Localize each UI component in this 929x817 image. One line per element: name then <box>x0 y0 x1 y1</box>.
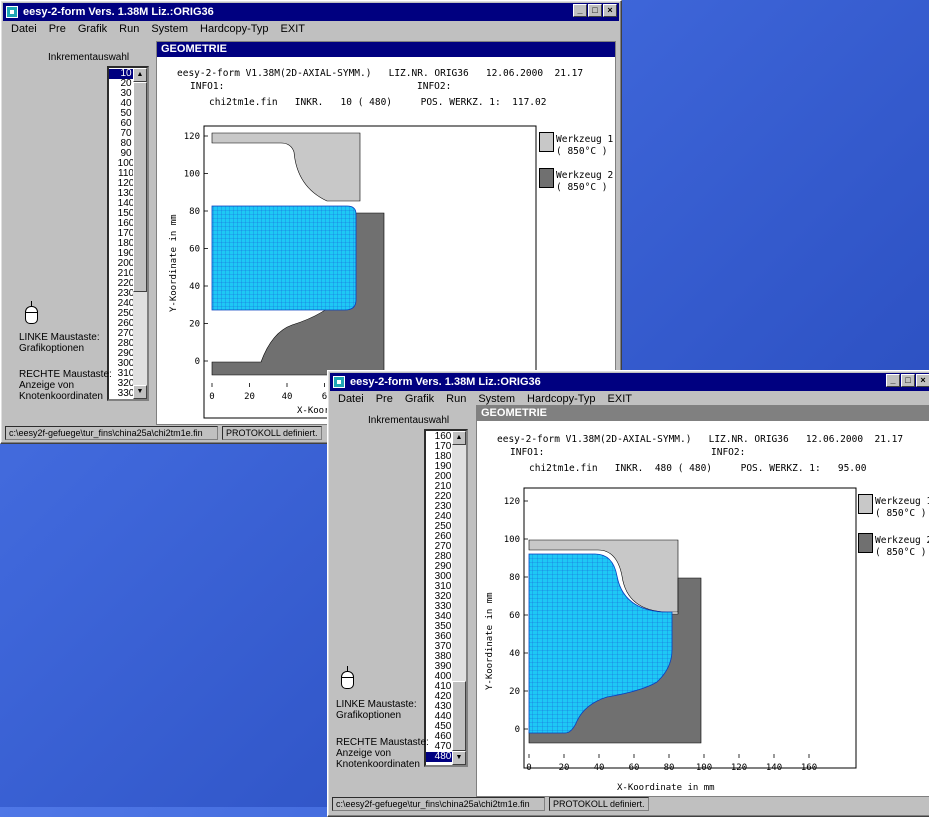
legend-swatch-tool-1 <box>539 132 554 152</box>
minimize-button[interactable]: _ <box>573 4 587 17</box>
x-tick-label: 120 <box>731 763 747 773</box>
scrollbar[interactable]: ▲ ▼ <box>133 68 147 399</box>
y-tick-label: 0 <box>195 357 200 367</box>
menu-datei[interactable]: Datei <box>332 393 370 409</box>
legend-label-tool-2: Werkzeug 2 <box>556 170 614 181</box>
scroll-down-button[interactable]: ▼ <box>133 385 147 399</box>
scroll-down-button[interactable]: ▼ <box>452 751 466 765</box>
status-protocol: PROTOKOLL definiert. <box>549 797 649 811</box>
legend-label-tool-2: Werkzeug 2 <box>875 535 929 546</box>
menu-system[interactable]: System <box>145 23 194 39</box>
scroll-thumb[interactable] <box>133 82 147 292</box>
legend-temp-tool-2: ( 850°C ) <box>875 547 927 558</box>
status-protocol: PROTOKOLL definiert. <box>222 426 322 440</box>
x-tick-label: 100 <box>696 763 712 773</box>
legend-temp-tool-2: ( 850°C ) <box>556 182 608 193</box>
workpiece-mesh <box>211 205 357 311</box>
y-tick-label: 40 <box>189 282 200 292</box>
scroll-up-button[interactable]: ▲ <box>452 431 466 445</box>
y-axis-label: Y-Koordinate in mm <box>169 214 179 312</box>
y-tick-label: 120 <box>504 497 520 507</box>
app-icon <box>6 6 18 18</box>
increment-listbox[interactable]: 10 20 30 40 50 60 70 80 90 100 110 120 130 140 150 160 1… <box>107 66 149 401</box>
x-tick-label: 0 <box>526 763 531 773</box>
increment-selection-label: Inkrementauswahl <box>48 52 130 63</box>
x-tick-label: 160 <box>801 763 817 773</box>
y-tick-label: 40 <box>509 649 520 659</box>
window-title: eesy-2-form Vers. 1.38M Liz.:ORIG36 <box>23 6 214 18</box>
x-tick-label: 20 <box>244 392 255 402</box>
maximize-button[interactable]: □ <box>901 374 915 387</box>
y-tick-label: 100 <box>504 535 520 545</box>
legend-swatch-tool-2 <box>539 168 554 188</box>
y-tick-label: 60 <box>189 245 200 255</box>
menu-exit[interactable]: EXIT <box>275 23 311 39</box>
scroll-up-button[interactable]: ▲ <box>133 68 147 82</box>
geometry-plot[interactable]: 120100806040200 0 20 40 6 Y-Koordinate in m… <box>157 42 615 424</box>
status-file-path: c:\eesy2f-gefuege\tur_fins\china25a\chi2… <box>332 797 545 811</box>
y-tick-label: 80 <box>509 573 520 583</box>
increment-listbox[interactable]: 160 170 180 190 200 210 220 230 240 250 260 270 280 2… <box>424 429 468 767</box>
y-tick-label: 0 <box>515 725 520 735</box>
legend-label-tool-1: Werkzeug 1 <box>556 134 614 145</box>
menu-pre[interactable]: Pre <box>43 23 72 39</box>
geometry-panel: GEOMETRIE eesy-2-form V1.38M(2D-AXIAL-SY… <box>476 405 929 797</box>
app-icon <box>333 376 345 388</box>
y-tick-label: 100 <box>184 170 200 180</box>
geometry-panel: GEOMETRIE eesy-2-form V1.38M(2D-AXIAL-SY… <box>156 41 616 425</box>
x-tick-label: 140 <box>766 763 782 773</box>
y-tick-label: 20 <box>189 320 200 330</box>
menu-pre[interactable]: Pre <box>370 393 399 409</box>
x-tick-label: 60 <box>629 763 640 773</box>
mouse-icon <box>341 666 354 689</box>
right-mouse-hint: RECHTE Maustaste: Anzeige von Knotenkoordi… <box>19 369 112 402</box>
x-tick-label: 80 <box>664 763 675 773</box>
titlebar[interactable]: eesy-2-form Vers. 1.38M Liz.:ORIG36 _ □ … <box>3 3 619 21</box>
x-axis-label: X-Koordinate in mm <box>617 783 715 793</box>
legend-temp-tool-1: ( 850°C ) <box>875 508 927 519</box>
mouse-icon <box>25 301 38 324</box>
maximize-button[interactable]: □ <box>588 4 602 17</box>
window-title: eesy-2-form Vers. 1.38M Liz.:ORIG36 <box>350 376 541 388</box>
left-mouse-hint: LINKE Maustaste: Grafikoptionen <box>19 332 100 354</box>
menu-datei[interactable]: Datei <box>5 23 43 39</box>
menubar: Datei Pre Grafik Run System Hardcopy-Typ… <box>5 23 311 39</box>
legend-swatch-tool-2 <box>858 533 873 553</box>
y-tick-label: 60 <box>509 611 520 621</box>
y-tick-label: 120 <box>184 132 200 142</box>
statusbar: c:\eesy2f-gefuege\tur_fins\china25a\chi2… <box>5 426 322 440</box>
geometry-plot[interactable]: 120 100 80 60 40 20 0 0 20 40 60 80 100 120 140 160 Y-… <box>477 406 929 796</box>
close-button[interactable]: × <box>916 374 929 387</box>
statusbar: c:\eesy2f-gefuege\tur_fins\china25a\chi2… <box>332 797 649 811</box>
legend-temp-tool-1: ( 850°C ) <box>556 146 608 157</box>
menu-run[interactable]: Run <box>113 23 145 39</box>
y-axis-label: Y-Koordinate in mm <box>485 592 495 690</box>
close-button[interactable]: × <box>603 4 617 17</box>
legend-swatch-tool-1 <box>858 494 873 514</box>
titlebar[interactable]: eesy-2-form Vers. 1.38M Liz.:ORIG36 _ □ … <box>330 373 929 391</box>
status-file-path: c:\eesy2f-gefuege\tur_fins\china25a\chi2… <box>5 426 218 440</box>
window-increment-480[interactable]: eesy-2-form Vers. 1.38M Liz.:ORIG36 _ □ … <box>327 370 929 817</box>
increment-selection-label: Inkrementauswahl <box>368 415 450 426</box>
x-tick-label: 40 <box>594 763 605 773</box>
x-tick-label: 20 <box>559 763 570 773</box>
x-tick-label: 0 <box>209 392 214 402</box>
x-tick-label: 40 <box>282 392 293 402</box>
minimize-button[interactable]: _ <box>886 374 900 387</box>
menu-run[interactable]: Run <box>440 393 472 409</box>
scroll-thumb[interactable] <box>452 681 466 751</box>
legend-label-tool-1: Werkzeug 1 <box>875 496 929 507</box>
y-tick-label: 20 <box>509 687 520 697</box>
right-mouse-hint: RECHTE Maustaste: Anzeige von Knotenkoordi… <box>336 737 429 770</box>
left-mouse-hint: LINKE Maustaste: Grafikoptionen <box>336 699 417 721</box>
menu-grafik[interactable]: Grafik <box>72 23 113 39</box>
menu-grafik[interactable]: Grafik <box>399 393 440 409</box>
scrollbar[interactable]: ▲ ▼ <box>452 431 466 765</box>
y-tick-label: 80 <box>189 207 200 217</box>
menu-hardcopy-typ[interactable]: Hardcopy-Typ <box>194 23 274 39</box>
